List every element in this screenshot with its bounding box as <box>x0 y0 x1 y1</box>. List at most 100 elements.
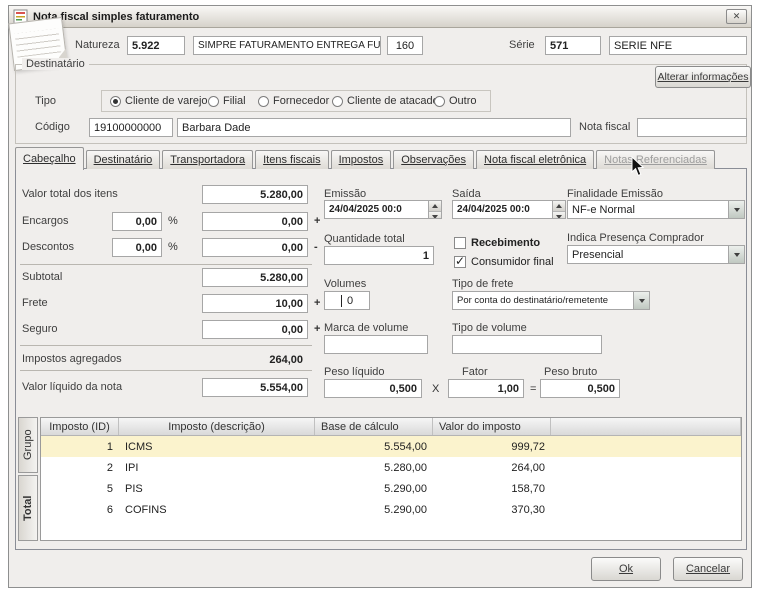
saida-field[interactable]: 24/04/2025 00:0 <box>452 200 566 219</box>
finalidade-label: Finalidade Emissão <box>567 188 663 200</box>
cell-id: 2 <box>41 457 119 478</box>
tab-itens-fiscais[interactable]: Itens fiscais <box>255 150 328 169</box>
alterar-informacoes-button[interactable]: Alterar informações <box>655 66 751 88</box>
valor-total-field[interactable]: 5.280,00 <box>202 185 308 204</box>
grid-header: Imposto (ID) Imposto (descrição) Base de… <box>41 418 741 436</box>
plus-sign: + <box>314 215 320 227</box>
seguro-field[interactable]: 0,00 <box>202 320 308 339</box>
impostos-grid: Imposto (ID) Imposto (descrição) Base de… <box>40 417 742 541</box>
date-spinner[interactable] <box>552 201 565 218</box>
side-tab-grupo[interactable]: Grupo <box>18 417 38 473</box>
date-spinner[interactable] <box>428 201 441 218</box>
radio-cliente-atacado[interactable]: Cliente de atacado <box>332 95 439 107</box>
marca-volume-field[interactable] <box>324 335 428 354</box>
tab-cabecalho[interactable]: Cabeçalho <box>15 147 84 170</box>
peso-bruto-field[interactable]: 0,500 <box>540 379 620 398</box>
nota-fiscal-field[interactable] <box>637 118 747 137</box>
spin-down-icon[interactable] <box>429 212 441 219</box>
natureza-desc-field[interactable]: SIMPRE FATURAMENTO ENTREGA FUT <box>193 36 381 55</box>
cell-id: 6 <box>41 499 119 520</box>
encargos-field[interactable]: 0,00 <box>202 212 308 231</box>
codigo-label: Código <box>35 121 70 133</box>
encargos-label: Encargos <box>22 215 68 227</box>
serie-code-field[interactable]: 571 <box>545 36 601 55</box>
encargos-pct-field[interactable]: 0,00 <box>112 212 162 231</box>
presenca-select[interactable]: Presencial <box>567 245 745 264</box>
text-caret <box>341 295 342 307</box>
peso-liquido-field[interactable]: 0,500 <box>324 379 422 398</box>
recebimento-checkbox[interactable]: Recebimento <box>454 237 540 249</box>
col-filler <box>551 418 741 435</box>
radio-filial[interactable]: Filial <box>208 95 246 107</box>
times-sign: X <box>432 383 439 395</box>
checkbox-checked-icon <box>454 256 466 268</box>
serie-name-field[interactable]: SERIE NFE <box>609 36 747 55</box>
tab-impostos[interactable]: Impostos <box>331 150 392 169</box>
tab-nota-fiscal-eletronica[interactable]: Nota fiscal eletrônica <box>476 150 594 169</box>
descontos-pct-field[interactable]: 0,00 <box>112 238 162 257</box>
radio-fornecedor[interactable]: Fornecedor <box>258 95 329 107</box>
cancel-button[interactable]: Cancelar <box>673 557 743 581</box>
cell-base: 5.290,00 <box>315 499 433 520</box>
frete-field[interactable]: 10,00 <box>202 294 308 313</box>
radio-icon <box>208 96 219 107</box>
chevron-down-icon[interactable] <box>728 201 744 218</box>
col-imposto-descricao: Imposto (descrição) <box>119 418 315 435</box>
descontos-field[interactable]: 0,00 <box>202 238 308 257</box>
tab-destinatario[interactable]: Destinatário <box>86 150 161 169</box>
natureza-num-field[interactable]: 160 <box>387 36 423 55</box>
table-row[interactable]: 5 PIS 5.290,00 158,70 <box>41 478 741 499</box>
cell-filler <box>551 436 741 457</box>
table-row[interactable]: 6 COFINS 5.290,00 370,30 <box>41 499 741 520</box>
cell-base: 5.290,00 <box>315 478 433 499</box>
saida-label: Saída <box>452 188 481 200</box>
consumidor-final-label: Consumidor final <box>471 256 554 268</box>
chevron-down-icon[interactable] <box>633 292 649 309</box>
volumes-value: 0 <box>347 295 353 307</box>
chevron-down-icon[interactable] <box>728 246 744 263</box>
equals-sign: = <box>530 383 536 395</box>
side-tab-total[interactable]: Total <box>18 475 38 541</box>
table-row[interactable]: 2 IPI 5.280,00 264,00 <box>41 457 741 478</box>
tipo-volume-field[interactable] <box>452 335 602 354</box>
ok-button[interactable]: Ok <box>591 557 661 581</box>
tab-transportadora[interactable]: Transportadora <box>162 150 253 169</box>
spin-down-icon[interactable] <box>553 212 565 219</box>
cell-base: 5.280,00 <box>315 457 433 478</box>
natureza-label: Natureza <box>75 39 120 51</box>
valor-liquido-field[interactable]: 5.554,00 <box>202 378 308 397</box>
cell-filler <box>551 457 741 478</box>
codigo-field[interactable]: 19100000000 <box>89 118 173 137</box>
finalidade-select[interactable]: NF-e Normal <box>567 200 745 219</box>
emissao-field[interactable]: 24/04/2025 00:0 <box>324 200 442 219</box>
tab-observacoes[interactable]: Observações <box>393 150 474 169</box>
spin-up-icon[interactable] <box>553 201 565 212</box>
cell-valor: 999,72 <box>433 436 551 457</box>
cell-filler <box>551 499 741 520</box>
valor-total-label: Valor total dos itens <box>22 188 118 200</box>
table-row[interactable]: 1 ICMS 5.554,00 999,72 <box>41 436 741 457</box>
impostos-agregados-value: 264,00 <box>202 350 308 369</box>
natureza-code-field[interactable]: 5.922 <box>127 36 185 55</box>
fator-label: Fator <box>462 366 488 378</box>
quantidade-field[interactable]: 1 <box>324 246 434 265</box>
radio-outro[interactable]: Outro <box>434 95 477 107</box>
finalidade-value: NF-e Normal <box>568 204 728 216</box>
percent-sign: % <box>168 215 178 227</box>
volumes-field[interactable]: 0 <box>324 291 370 310</box>
close-icon[interactable] <box>726 9 747 24</box>
emissao-value: 24/04/2025 00:0 <box>329 204 402 215</box>
volumes-label: Volumes <box>324 278 366 290</box>
spin-up-icon[interactable] <box>429 201 441 212</box>
cell-valor: 370,30 <box>433 499 551 520</box>
tipo-frete-select[interactable]: Por conta do destinatário/remetente <box>452 291 650 310</box>
title-bar[interactable]: Nota fiscal simples faturamento <box>9 6 751 28</box>
cliente-nome-field[interactable]: Barbara Dade <box>177 118 571 137</box>
fator-field[interactable]: 1,00 <box>448 379 524 398</box>
tab-strip: Cabeçalho Destinatário Transportadora It… <box>15 146 717 169</box>
subtotal-field[interactable]: 5.280,00 <box>202 268 308 287</box>
impostos-agregados-label: Impostos agregados <box>22 353 122 365</box>
radio-cliente-varejo[interactable]: Cliente de varejo <box>110 95 208 107</box>
consumidor-final-checkbox[interactable]: Consumidor final <box>454 256 554 268</box>
presenca-label: Indica Presença Comprador <box>567 232 704 244</box>
